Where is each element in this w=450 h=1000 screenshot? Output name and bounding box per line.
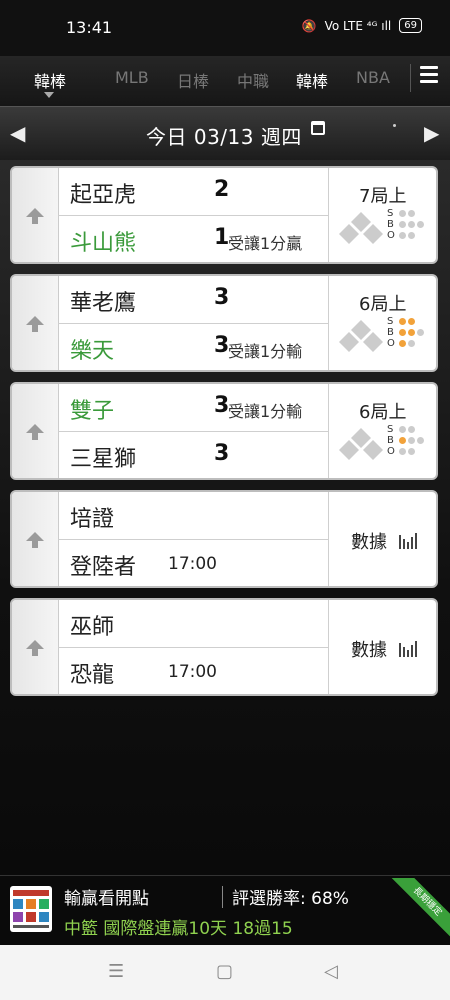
game-list: 起亞虎 2 斗山熊 1 受讓1分贏 7局上 S B O 華老鷹 3 樂天 3 受… — [0, 160, 450, 875]
team-name: 培證 — [70, 507, 115, 532]
pin-arrow-icon — [26, 424, 44, 440]
ad-ribbon: 長期穩定 — [388, 878, 450, 940]
handicap-result: 受讓1分輸 — [228, 342, 303, 361]
system-nav-bar: ☰ ▢ ◁ — [0, 945, 450, 1000]
bar-chart-icon — [399, 533, 417, 549]
bases-diamond-icon — [339, 212, 383, 244]
team-row: 登陸者 17:00 — [58, 540, 328, 586]
pin-button[interactable] — [12, 384, 59, 478]
bases-diamond-icon — [339, 320, 383, 352]
game-card[interactable]: 巫師 恐龍 17:00 數據 — [10, 598, 438, 696]
active-tab-indicator — [44, 92, 54, 98]
ad-logo — [10, 886, 52, 932]
team-name: 巫師 — [70, 615, 115, 640]
team-name: 起亞虎 — [70, 183, 137, 208]
signal-icon: Vo LTE ⁴ᴳ ıll — [324, 18, 392, 33]
tab-npb[interactable]: 日棒 — [177, 68, 209, 92]
bases-diamond-icon — [339, 428, 383, 460]
game-card[interactable]: 培證 登陸者 17:00 數據 — [10, 490, 438, 588]
team-row: 樂天 3 受讓1分輸 — [58, 324, 328, 370]
next-day-button[interactable]: ▶ — [424, 121, 439, 145]
status-bar: 13:41 🔕 Vo LTE ⁴ᴳ ıll 69 — [0, 0, 450, 56]
sbo-indicator: S B O — [387, 424, 424, 457]
stats-button[interactable]: 數據 — [328, 600, 436, 694]
sbo-indicator: S B O — [387, 208, 424, 241]
tab-mlb[interactable]: MLB — [115, 68, 149, 87]
ad-win-rate: 評選勝率: 68% — [232, 889, 349, 909]
team-name: 恐龍 — [70, 663, 115, 688]
team-name: 樂天 — [70, 339, 115, 364]
inning-label: 7局上 — [359, 186, 407, 207]
ad-ribbon-label: 長期穩定 — [389, 878, 450, 940]
home-icon[interactable]: ▢ — [216, 961, 233, 982]
clock: 13:41 — [66, 18, 113, 37]
team-row: 恐龍 17:00 — [58, 648, 328, 694]
team-row: 起亞虎 2 — [58, 168, 328, 216]
calendar-icon[interactable] — [311, 121, 325, 135]
team-score: 3 — [214, 285, 230, 310]
handicap-result: 受讓1分輸 — [228, 402, 303, 421]
team-row: 華老鷹 3 — [58, 276, 328, 324]
stats-label: 數據 — [351, 532, 387, 553]
mute-icon: 🔕 — [301, 18, 317, 33]
sport-tabs: 韓棒 MLB 日棒 中職 韓棒 NBA — [0, 56, 450, 106]
team-name: 斗山熊 — [70, 231, 137, 256]
team-row: 培證 — [58, 492, 328, 540]
stats-button[interactable]: 數據 — [328, 492, 436, 586]
game-status: 7局上 S B O — [328, 168, 436, 262]
team-row: 巫師 — [58, 600, 328, 648]
pin-arrow-icon — [26, 316, 44, 332]
game-status: 6局上 S B O — [328, 276, 436, 370]
tab-kbo[interactable]: 韓棒 — [34, 68, 66, 92]
game-time: 17:00 — [168, 662, 217, 682]
pin-button[interactable] — [12, 276, 59, 370]
pin-button[interactable] — [12, 600, 59, 694]
team-name: 三星獅 — [70, 447, 137, 472]
team-name: 登陸者 — [70, 555, 137, 580]
pin-button[interactable] — [12, 492, 59, 586]
battery-icon: 69 — [399, 18, 422, 33]
team-row: 雙子 3 受讓1分輸 — [58, 384, 328, 432]
sbo-indicator: S B O — [387, 316, 424, 349]
ad-title: 輸贏看開點 — [64, 889, 149, 909]
team-name: 雙子 — [70, 399, 115, 424]
ad-promo-line: 中籃 國際盤連贏10天 18過15 — [64, 919, 293, 939]
game-card[interactable]: 華老鷹 3 樂天 3 受讓1分輸 6局上 S B O — [10, 274, 438, 372]
pin-button[interactable] — [12, 168, 59, 262]
ad-banner[interactable]: 輸贏看開點 評選勝率: 68% 中籃 國際盤連贏10天 18過15 — [0, 875, 450, 946]
inning-label: 6局上 — [359, 294, 407, 315]
indicator-dot — [393, 124, 396, 127]
date-bar: ◀ 今日 03/13 週四 ▶ — [0, 106, 450, 162]
game-status: 6局上 S B O — [328, 384, 436, 478]
tab-cpbl[interactable]: 中職 — [237, 68, 269, 92]
game-time: 17:00 — [168, 554, 217, 574]
bar-chart-icon — [399, 641, 417, 657]
inning-label: 6局上 — [359, 402, 407, 423]
back-icon[interactable]: ◁ — [324, 961, 338, 982]
handicap-result: 受讓1分贏 — [228, 234, 303, 253]
game-card[interactable]: 雙子 3 受讓1分輸 三星獅 3 6局上 S B O — [10, 382, 438, 480]
game-card[interactable]: 起亞虎 2 斗山熊 1 受讓1分贏 7局上 S B O — [10, 166, 438, 264]
team-score: 2 — [214, 177, 230, 202]
stats-label: 數據 — [351, 640, 387, 661]
team-score: 3 — [214, 441, 230, 466]
pin-arrow-icon — [26, 208, 44, 224]
tab-kbo-2[interactable]: 韓棒 — [296, 68, 328, 92]
team-row: 斗山熊 1 受讓1分贏 — [58, 216, 328, 262]
team-name: 華老鷹 — [70, 291, 137, 316]
tab-divider — [410, 64, 411, 92]
prev-day-button[interactable]: ◀ — [10, 121, 25, 145]
status-icons: 🔕 Vo LTE ⁴ᴳ ıll 69 — [302, 18, 422, 33]
pin-arrow-icon — [26, 640, 44, 656]
tab-nba[interactable]: NBA — [356, 68, 390, 87]
ad-divider — [222, 886, 223, 908]
pin-arrow-icon — [26, 532, 44, 548]
team-row: 三星獅 3 — [58, 432, 328, 478]
date-label[interactable]: 今日 03/13 週四 — [146, 121, 302, 150]
menu-icon[interactable] — [420, 66, 438, 84]
recent-apps-icon[interactable]: ☰ — [108, 961, 124, 982]
